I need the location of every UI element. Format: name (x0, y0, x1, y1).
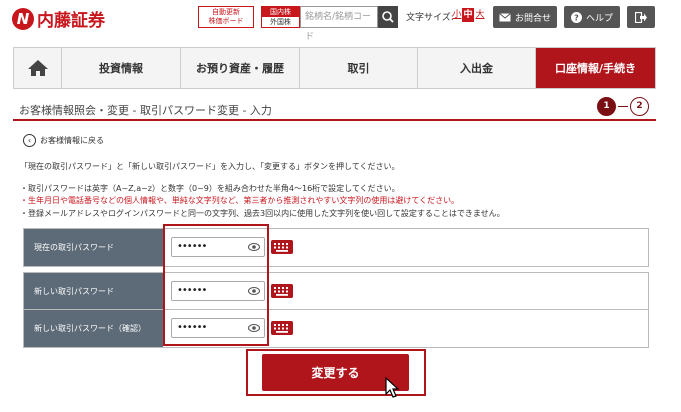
home-icon (27, 60, 48, 76)
step-1-indicator: 1 (597, 97, 616, 116)
current-password-table: 現在の取引パスワード •••••• (23, 228, 649, 267)
main-nav: 投資情報 お預り資産・履歴 取引 入出金 口座情報/手続き (13, 47, 656, 89)
new-password-label: 新しい取引パスワード (24, 273, 163, 309)
current-password-label: 現在の取引パスワード (24, 229, 163, 266)
mail-icon (499, 12, 511, 21)
title-underline (13, 119, 656, 121)
reuse-restriction-note: ・登録メールアドレスやログインパスワードと同一の文字列、過去3回以内に使用した文… (20, 209, 505, 218)
software-keyboard-icon[interactable] (271, 284, 293, 298)
auto-update-board-button[interactable]: 自動更新 株価ボード (198, 6, 254, 28)
logo-icon: N (12, 7, 34, 30)
nav-account-info[interactable]: 口座情報/手続き (536, 48, 655, 88)
chevron-left-icon: ‹ (23, 134, 36, 147)
font-size-large[interactable]: 大 (474, 8, 486, 22)
password-fields-highlight (163, 224, 269, 346)
step-2-indicator: 2 (630, 97, 649, 116)
logo-text: 内藤証券 (37, 11, 105, 31)
contact-label: お問合せ (514, 13, 551, 24)
market-domestic[interactable]: 国内株 (262, 7, 299, 17)
personal-info-warning: ・生年月日や電話番号などの個人情報や、単純な文字列など、第三者から推測されやすい… (20, 196, 460, 205)
contact-button[interactable]: お問合せ (493, 6, 557, 28)
market-foreign[interactable]: 外国株 (262, 17, 299, 27)
nav-home[interactable] (14, 48, 62, 88)
logout-icon (635, 11, 647, 23)
page-title: お客様情報照会・変更 - 取引パスワード変更 - 入力 (19, 104, 272, 117)
auto-update-label: 自動更新 株価ボード (208, 8, 244, 25)
search-button[interactable] (378, 6, 398, 28)
confirm-password-label: 新しい取引パスワード（確認） (24, 310, 163, 347)
new-password-row: 新しい取引パスワード •••••• (24, 273, 648, 310)
new-password-table: 新しい取引パスワード •••••• 新しい取引パスワード（確認） •••••• (23, 272, 649, 348)
back-to-customer-info-link[interactable]: ‹ お客様情報に戻る (23, 134, 104, 147)
confirm-password-row: 新しい取引パスワード（確認） •••••• (24, 310, 648, 347)
password-rule-note: ・取引パスワードは英字（A~Z,a~z）と数字（0~9）を組み合わせた半角4～1… (20, 184, 400, 193)
market-selector[interactable]: 国内株 外国株 (261, 6, 300, 28)
help-label: ヘルプ (585, 13, 613, 24)
svg-text:?: ? (574, 13, 579, 22)
instruction-text: 「現在の取引パスワード」と「新しい取引パスワード」を入力し、「変更する」ボタンを… (20, 162, 400, 171)
stock-search-input[interactable]: 銘柄名/銘柄コード (300, 6, 378, 42)
nav-deposit-withdrawal[interactable]: 入出金 (418, 48, 536, 88)
logout-button[interactable] (627, 6, 655, 28)
question-icon: ? (570, 11, 582, 23)
top-bar: N 内藤証券 自動更新 株価ボード 国内株 外国株 銘柄名/銘柄コード 文字サイ… (0, 0, 681, 42)
back-link-label: お客様情報に戻る (40, 136, 104, 145)
font-size-label: 文字サイズ: (406, 13, 454, 23)
software-keyboard-icon[interactable] (271, 240, 293, 254)
step-divider (618, 106, 628, 107)
search-icon (382, 11, 394, 23)
software-keyboard-icon[interactable] (271, 321, 293, 335)
current-password-row: 現在の取引パスワード •••••• (24, 229, 648, 266)
nav-assets-history[interactable]: お預り資産・履歴 (181, 48, 300, 88)
logo[interactable]: N 内藤証券 (12, 6, 105, 31)
mouse-cursor-icon (385, 377, 400, 398)
font-size-medium[interactable]: 中 (462, 8, 474, 22)
help-button[interactable]: ? ヘルプ (564, 6, 620, 28)
nav-trade[interactable]: 取引 (300, 48, 418, 88)
nav-investment-info[interactable]: 投資情報 (62, 48, 181, 88)
